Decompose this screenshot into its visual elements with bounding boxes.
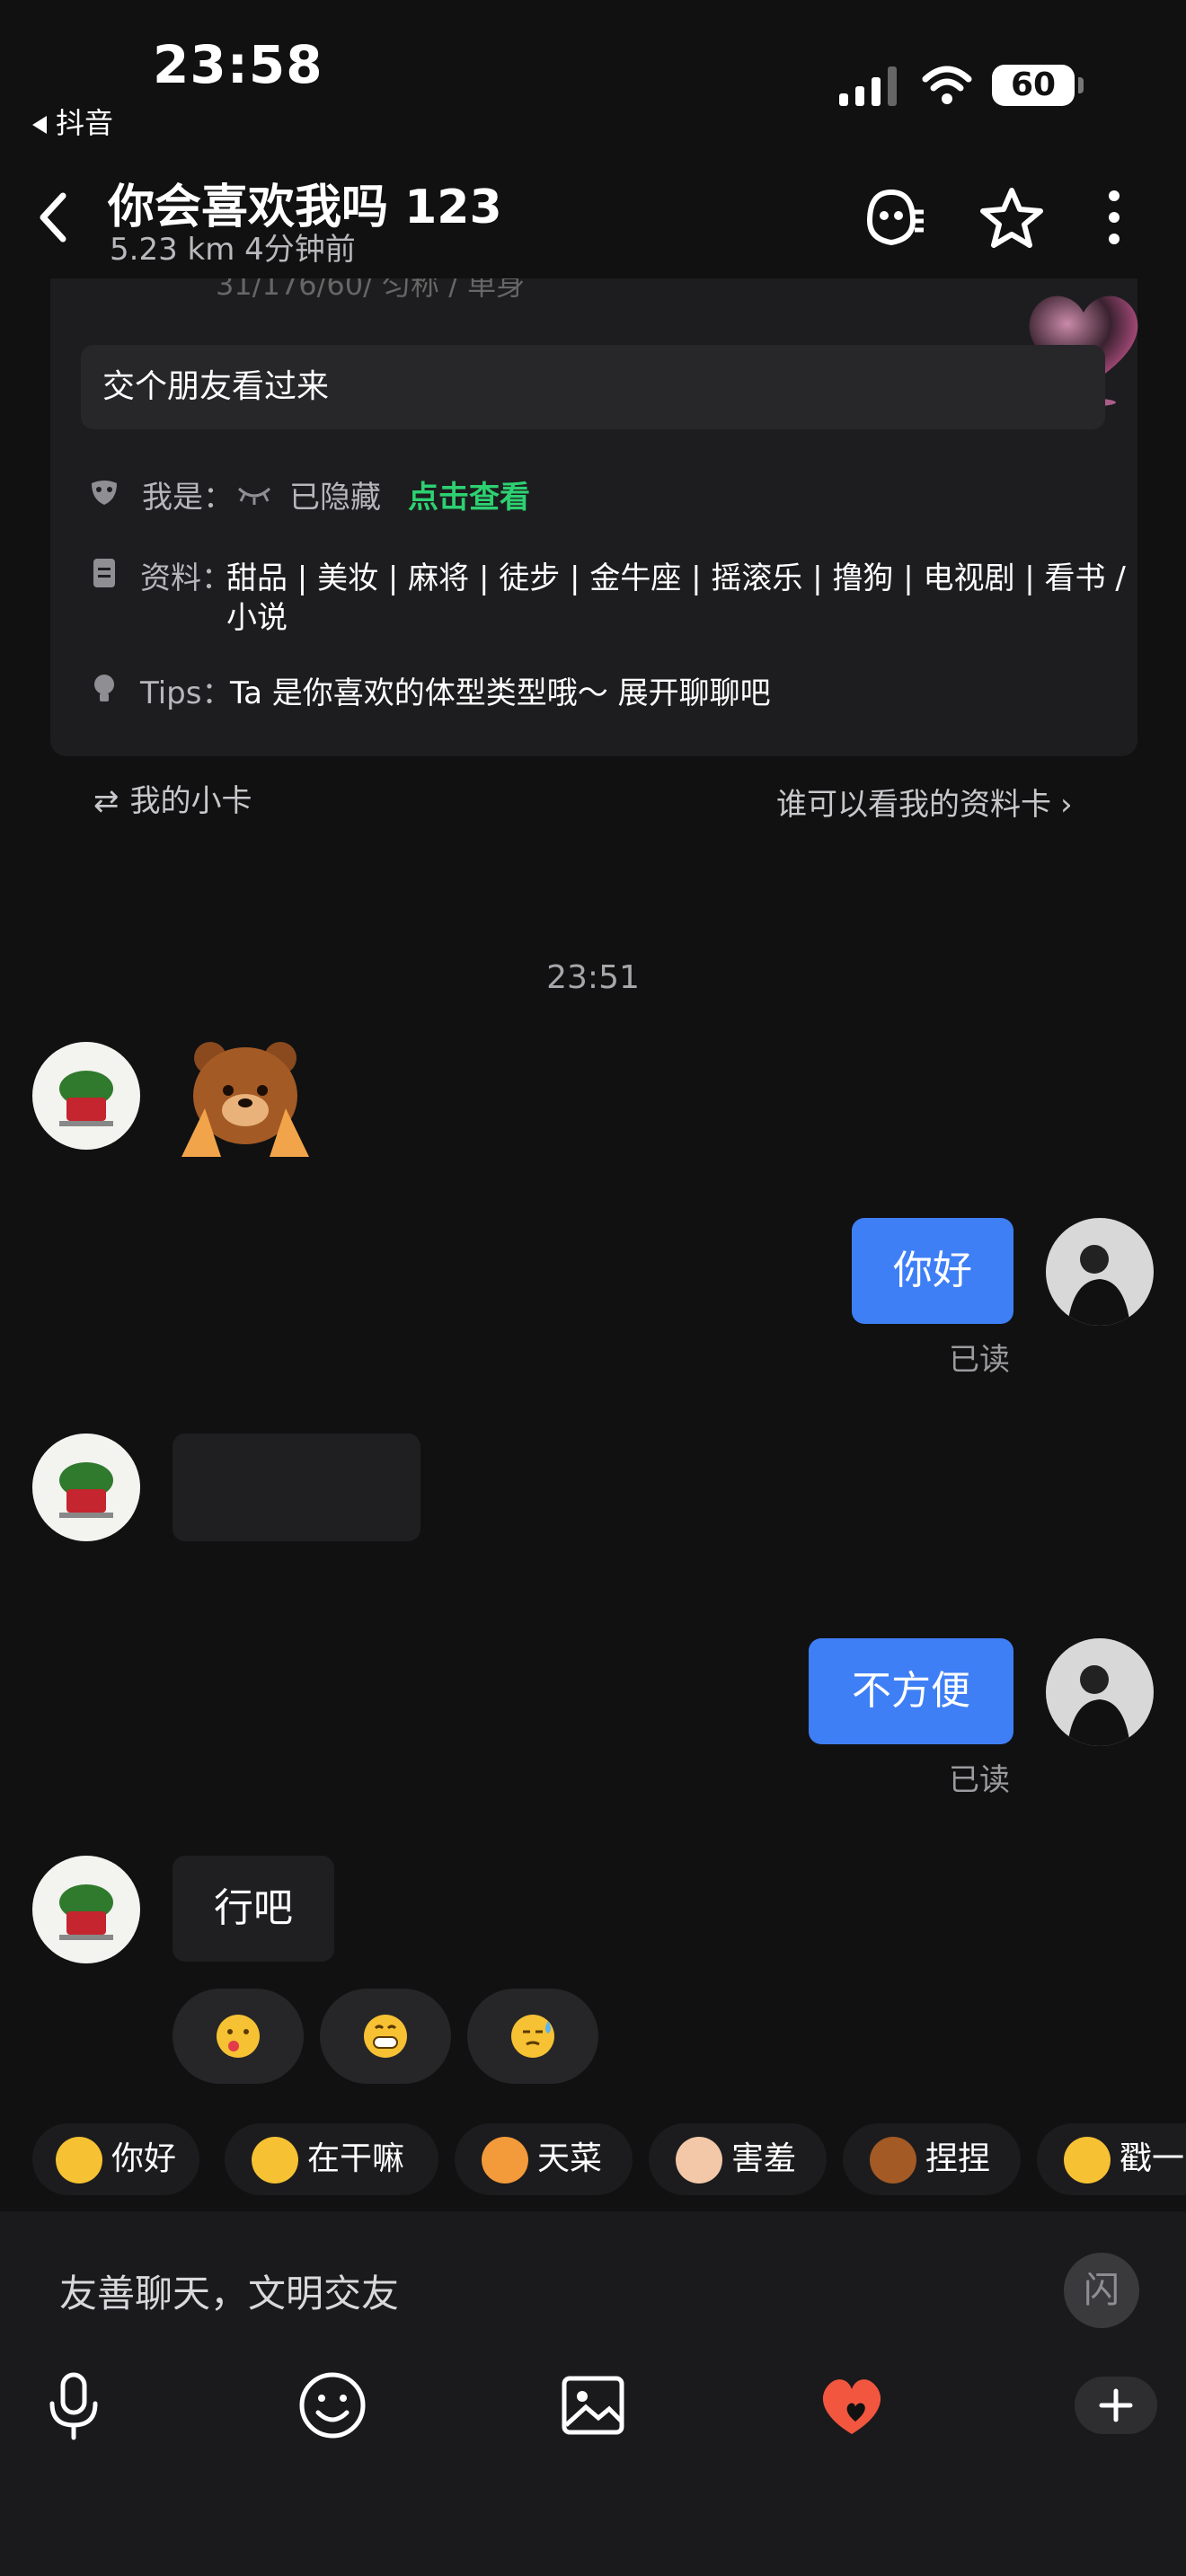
swap-icon: ⇄ xyxy=(93,783,119,819)
my-avatar[interactable] xyxy=(1046,1218,1154,1326)
who-can-see-label: 谁可以看我的资料卡 xyxy=(776,787,1051,823)
message-bubble-out[interactable]: 不方便 xyxy=(809,1638,1013,1744)
image-icon[interactable] xyxy=(557,2369,629,2441)
quick-reply-label: 戳一 xyxy=(1120,2140,1185,2177)
tips-value: Ta 是你喜欢的体型类型哦～ 展开聊聊吧 xyxy=(230,675,771,711)
my-avatar[interactable] xyxy=(1046,1638,1154,1746)
contact-avatar[interactable] xyxy=(32,1434,140,1541)
iam-label: 我是： xyxy=(142,480,234,516)
reaction-button[interactable] xyxy=(467,1989,598,2084)
point-emoji-icon xyxy=(1064,2137,1111,2183)
shy-emoji-icon xyxy=(676,2137,722,2183)
bear-sticker[interactable] xyxy=(178,1031,313,1160)
back-triangle-icon xyxy=(32,116,47,134)
mask-icon xyxy=(92,481,117,505)
more-vertical-icon[interactable] xyxy=(1082,185,1146,250)
reveal-link[interactable]: 点击查看 xyxy=(408,472,530,516)
chat-subtitle: 5.23 km 4分钟前 xyxy=(110,232,356,268)
message-bubble-in-blank[interactable] xyxy=(173,1434,420,1541)
status-time: 23:58 xyxy=(153,34,323,95)
sweat-emoji-icon xyxy=(511,2015,554,2058)
emoji-icon[interactable] xyxy=(296,2369,368,2441)
tips-label: Tips： xyxy=(140,675,233,711)
contact-avatar[interactable] xyxy=(32,1856,140,1963)
closed-eye-icon xyxy=(237,487,271,505)
signal-icon xyxy=(839,66,897,106)
back-to-app-link[interactable]: 抖音 xyxy=(32,101,113,142)
chat-header: 你会喜欢我吗 123 5.23 km 4分钟前 xyxy=(0,153,1186,278)
back-app-label: 抖音 xyxy=(56,106,114,140)
read-status: 已读 xyxy=(949,1342,1010,1378)
lightbulb-icon xyxy=(94,675,114,701)
message-bubble-out[interactable]: 你好 xyxy=(852,1218,1013,1324)
quick-reply-label: 捏捏 xyxy=(925,2140,991,2177)
message-input[interactable]: 友善聊天，文明交友 xyxy=(59,2263,399,2318)
flash-button[interactable]: 闪 xyxy=(1064,2253,1139,2328)
star-icon[interactable] xyxy=(979,185,1044,250)
kiss-emoji-icon xyxy=(217,2015,260,2058)
ghost-icon[interactable] xyxy=(861,185,925,250)
info-value-line2: 小说 xyxy=(226,600,288,636)
chat-timestamp: 23:51 xyxy=(546,959,640,996)
quick-reply-label: 天菜 xyxy=(537,2140,603,2177)
quick-reply-label: 在干嘛 xyxy=(307,2140,405,2177)
chevron-right-icon: › xyxy=(1060,787,1073,823)
greeting-text: 交个朋友看过来 xyxy=(81,345,1105,429)
grin-emoji-icon xyxy=(364,2015,407,2058)
read-status: 已读 xyxy=(949,1762,1010,1798)
input-area: 友善聊天，文明交友 闪 xyxy=(0,2211,1186,2576)
bear-emoji-icon xyxy=(870,2137,916,2183)
reaction-button[interactable] xyxy=(320,1989,451,2084)
quick-reply-chip[interactable]: 害羞 xyxy=(649,2123,827,2195)
info-label: 资料： xyxy=(140,560,232,596)
my-card-link[interactable]: ⇄ 我的小卡 xyxy=(93,776,252,820)
who-can-see-link[interactable]: 谁可以看我的资料卡 › xyxy=(776,780,1073,824)
thinking-emoji-icon xyxy=(252,2137,298,2183)
reaction-button[interactable] xyxy=(173,1989,304,2084)
quick-reply-chip[interactable]: 戳一 xyxy=(1037,2123,1186,2195)
user-photo-icon xyxy=(1046,1218,1154,1326)
quick-reply-chip[interactable]: 你好 xyxy=(32,2123,199,2195)
my-card-label: 我的小卡 xyxy=(129,783,252,819)
heart-gift-icon[interactable] xyxy=(816,2369,888,2441)
iam-value: 已隐藏 xyxy=(289,480,381,516)
microphone-icon[interactable] xyxy=(38,2369,110,2441)
message-bubble-in[interactable]: 行吧 xyxy=(173,1856,334,1962)
user-photo-icon xyxy=(1046,1638,1154,1746)
quick-reply-chip[interactable]: 天菜 xyxy=(455,2123,633,2195)
battery-indicator: 60 xyxy=(992,65,1084,106)
info-value-line1: 甜品 | 美妆 | 麻将 | 徒步 | 金牛座 | 摇滚乐 | 撸狗 | 电视剧… xyxy=(226,560,1126,596)
contact-avatar[interactable] xyxy=(32,1042,140,1150)
plant-icon xyxy=(59,1071,113,1126)
plus-icon xyxy=(1099,2388,1133,2422)
plant-icon xyxy=(59,1462,113,1518)
quick-reply-label: 害羞 xyxy=(731,2140,797,2177)
quick-reply-chip[interactable]: 捏捏 xyxy=(843,2123,1021,2195)
quick-reply-label: 你好 xyxy=(111,2140,177,2177)
document-icon xyxy=(93,559,115,587)
quick-reply-chip[interactable]: 在干嘛 xyxy=(225,2123,438,2195)
wifi-icon xyxy=(922,66,972,104)
back-arrow-icon[interactable] xyxy=(36,190,72,244)
plant-icon xyxy=(59,1884,113,1940)
more-plus-button[interactable] xyxy=(1075,2377,1157,2434)
cat-emoji-icon xyxy=(482,2137,528,2183)
hi-emoji-icon xyxy=(56,2137,102,2183)
